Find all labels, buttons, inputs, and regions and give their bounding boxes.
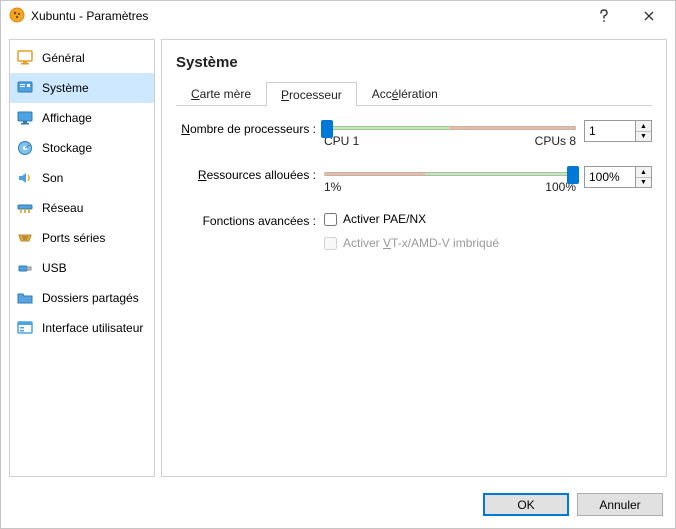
app-icon	[9, 7, 25, 26]
dialog-footer: OK Annuler	[1, 485, 675, 528]
sidebar-item-label: USB	[42, 261, 67, 275]
tab-processor[interactable]: Processeur	[266, 82, 357, 106]
sidebar-item-audio[interactable]: Son	[10, 163, 154, 193]
tab-acceleration[interactable]: Accélération	[357, 81, 453, 105]
pae-label: Activer PAE/NX	[343, 212, 426, 226]
sidebar-item-general[interactable]: Général	[10, 43, 154, 73]
cpu-count-input[interactable]	[584, 120, 636, 142]
storage-icon	[16, 139, 34, 157]
alloc-min-label: 1%	[324, 180, 341, 194]
display-icon	[16, 109, 34, 127]
titlebar: Xubuntu - Paramètres	[1, 1, 675, 31]
network-icon	[16, 199, 34, 217]
sidebar-item-usb[interactable]: USB	[10, 253, 154, 283]
ok-button[interactable]: OK	[483, 493, 569, 516]
advanced-label: Fonctions avancées :	[176, 212, 316, 228]
cpu-count-slider[interactable]: CPU 1 CPUs 8	[324, 126, 576, 148]
sidebar-item-label: Ports séries	[42, 231, 105, 245]
pae-checkbox-row[interactable]: Activer PAE/NX	[324, 212, 652, 226]
sidebar-item-storage[interactable]: Stockage	[10, 133, 154, 163]
sidebar-item-label: Réseau	[42, 201, 83, 215]
alloc-input[interactable]	[584, 166, 636, 188]
sidebar-item-label: Affichage	[42, 111, 92, 125]
window-title: Xubuntu - Paramètres	[31, 9, 581, 23]
settings-sidebar: Général Système Affichage Stockage Son R…	[9, 39, 155, 477]
help-button[interactable]	[581, 2, 626, 30]
vtx-checkbox	[324, 237, 337, 250]
cpu-count-spin[interactable]: ▲▼	[584, 120, 652, 142]
main-panel: Système Carte mère Processeur Accélérati…	[161, 39, 667, 477]
cpu-count-label: Nombre de processeurs :	[176, 120, 316, 136]
pae-checkbox[interactable]	[324, 213, 337, 226]
vtx-label: Activer VT-x/AMD-V imbriqué	[343, 236, 499, 250]
tab-motherboard[interactable]: Carte mère	[176, 81, 266, 105]
spin-up-icon[interactable]: ▲	[636, 167, 651, 177]
spin-down-icon[interactable]: ▼	[636, 177, 651, 187]
ui-icon	[16, 319, 34, 337]
audio-icon	[16, 169, 34, 187]
spin-down-icon[interactable]: ▼	[636, 131, 651, 141]
sidebar-item-label: Système	[42, 81, 89, 95]
cancel-button[interactable]: Annuler	[577, 493, 663, 516]
sidebar-item-shared[interactable]: Dossiers partagés	[10, 283, 154, 313]
vtx-checkbox-row: Activer VT-x/AMD-V imbriqué	[324, 236, 652, 250]
usb-icon	[16, 259, 34, 277]
serial-icon	[16, 229, 34, 247]
folder-icon	[16, 289, 34, 307]
system-icon	[16, 79, 34, 97]
sidebar-item-serial[interactable]: Ports séries	[10, 223, 154, 253]
sidebar-item-ui[interactable]: Interface utilisateur	[10, 313, 154, 343]
sidebar-item-label: Dossiers partagés	[42, 291, 139, 305]
close-button[interactable]	[626, 2, 671, 30]
alloc-label: Ressources allouées :	[176, 166, 316, 182]
alloc-spin[interactable]: ▲▼	[584, 166, 652, 188]
sidebar-item-label: Interface utilisateur	[42, 321, 143, 335]
cpu-max-label: CPUs 8	[535, 134, 576, 148]
sidebar-item-network[interactable]: Réseau	[10, 193, 154, 223]
alloc-slider[interactable]: 1% 100%	[324, 172, 576, 194]
page-title: Système	[176, 54, 652, 71]
sidebar-item-label: Général	[42, 51, 85, 65]
general-icon	[16, 49, 34, 67]
sidebar-item-label: Stockage	[42, 141, 92, 155]
tabs: Carte mère Processeur Accélération	[176, 81, 652, 106]
sidebar-item-label: Son	[42, 171, 63, 185]
sidebar-item-display[interactable]: Affichage	[10, 103, 154, 133]
spin-up-icon[interactable]: ▲	[636, 121, 651, 131]
sidebar-item-system[interactable]: Système	[10, 73, 154, 103]
